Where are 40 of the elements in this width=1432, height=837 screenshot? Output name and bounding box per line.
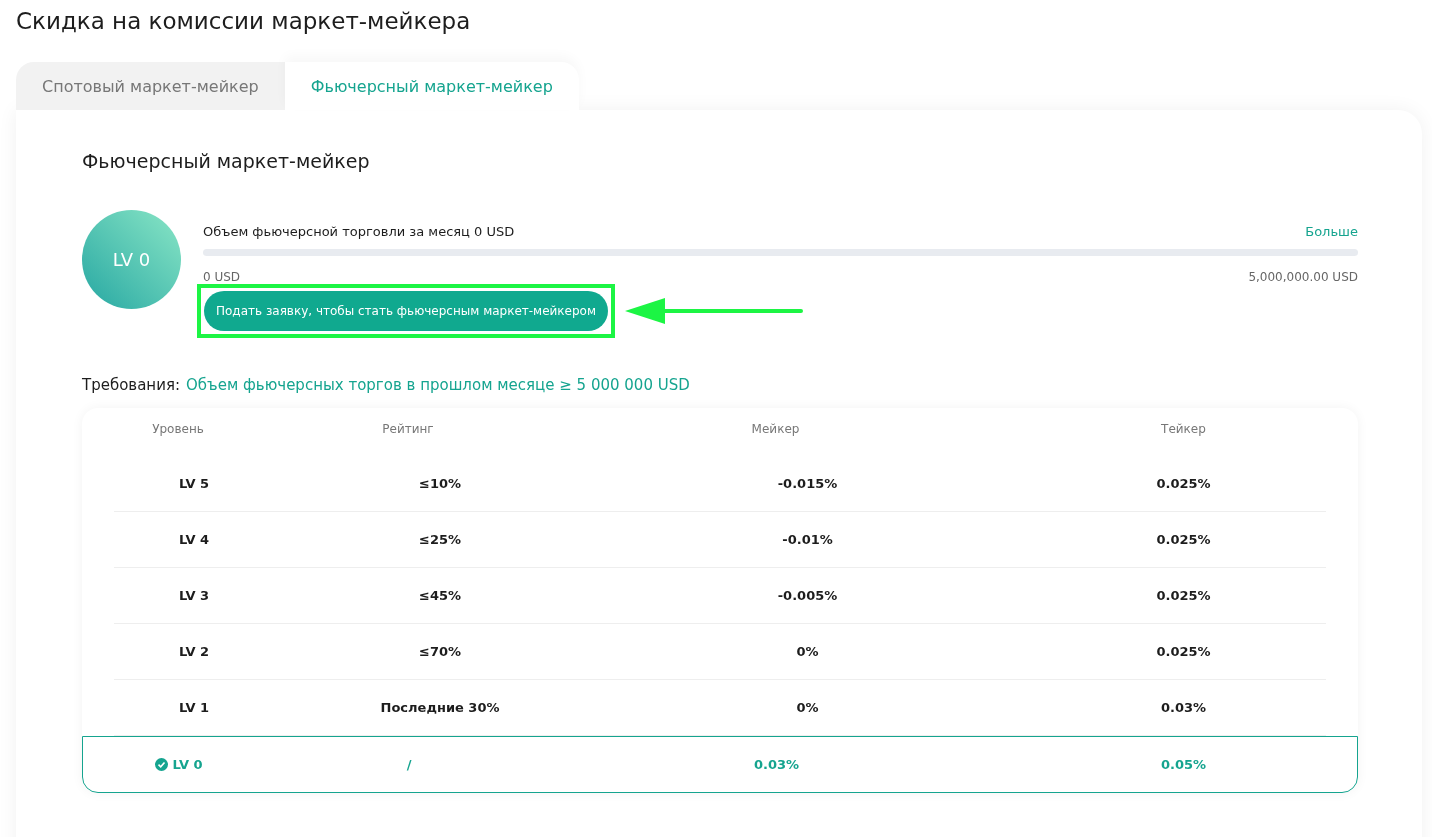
column-header: Уровень: [151, 422, 205, 436]
max-label: 5,000,000.00 USD: [1248, 270, 1358, 284]
table-cell: 0.025%: [1156, 588, 1211, 603]
volume-label: Объем фьючерсной торговли за месяц 0 USD: [203, 224, 515, 239]
table-cell: LV 3: [178, 588, 210, 603]
table-cell: ≤25%: [419, 532, 461, 547]
table-cell: 0%: [796, 644, 819, 659]
more-link[interactable]: Больше: [1305, 224, 1358, 239]
min-label: 0 USD: [203, 270, 241, 284]
column-header: Тейкер: [1160, 422, 1207, 436]
table-cell: -0.01%: [782, 532, 833, 547]
table-cell: 0.03%: [1160, 700, 1207, 715]
tab[interactable]: Спотовый маркет-мейкер: [16, 62, 285, 110]
requirements-value: Объем фьючерсных торгов в прошлом месяце ≥ 5 000 000 USD: [186, 376, 690, 394]
table-cell: LV 4: [178, 532, 210, 547]
table-cell: LV 0: [172, 757, 203, 772]
table-cell: ≤10%: [419, 476, 461, 491]
table-cell: 0%: [796, 700, 819, 715]
table-cell: 0.025%: [1156, 476, 1211, 491]
page-title: Скидка на комиссии маркет-мейкера: [16, 7, 472, 36]
table-cell: 0.025%: [1156, 644, 1211, 659]
table-cell: Последние 30%: [380, 700, 500, 715]
table-cell: 0.03%: [753, 757, 800, 772]
table-cell: ≤45%: [419, 588, 461, 603]
table-cell: -0.005%: [777, 588, 838, 603]
apply-button[interactable]: Подать заявку, чтобы стать фьючерсным маркет-мейкером: [204, 291, 608, 331]
table-cell: LV 1: [178, 700, 210, 715]
table-cell: 0.05%: [1160, 757, 1207, 772]
table-cell: LV 5: [178, 476, 210, 491]
column-header: Рейтинг: [381, 422, 435, 436]
requirements-label: Требования:: [82, 376, 180, 394]
table-cell: /: [406, 757, 412, 772]
column-header: Мейкер: [750, 422, 801, 436]
table-cell: LV 2: [178, 644, 210, 659]
level-badge: LV 0: [82, 210, 181, 309]
section-title: Фьючерсный маркет-мейкер: [82, 150, 371, 172]
table-cell: -0.015%: [777, 476, 838, 491]
check-circle-icon: [155, 758, 169, 771]
table-cell: 0.025%: [1156, 532, 1211, 547]
table-cell: ≤70%: [419, 644, 461, 659]
